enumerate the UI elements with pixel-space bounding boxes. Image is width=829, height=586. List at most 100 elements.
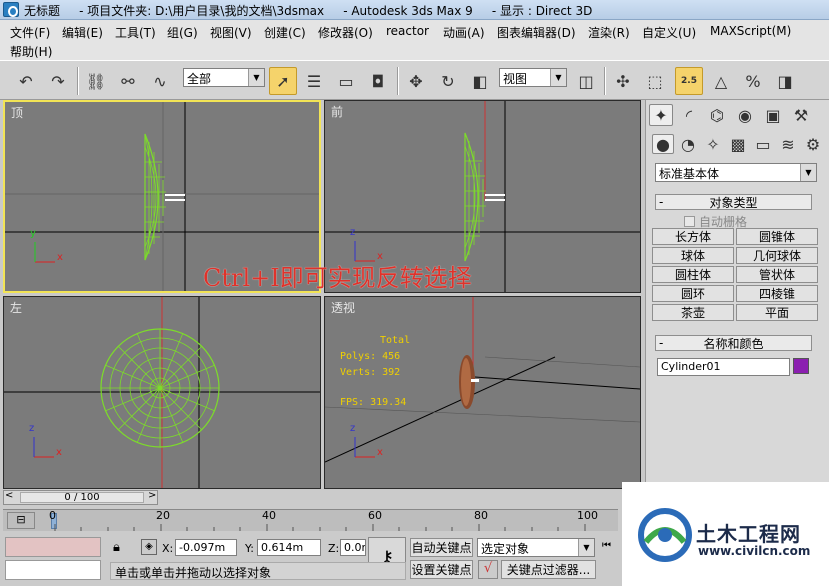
snap-toggle-icon[interactable]: 2.5 [675, 67, 703, 95]
prompt-line: 单击或单击并拖动以选择对象 [110, 562, 406, 580]
motion-tab-icon[interactable]: ◉ [733, 104, 757, 126]
x-coordinate-field[interactable]: -0.097m [175, 539, 237, 556]
cylinder-button[interactable]: 圆柱体 [652, 266, 734, 283]
shapes-icon[interactable]: ◔ [677, 134, 699, 154]
sphere-button[interactable]: 球体 [652, 247, 734, 264]
set-key-button[interactable]: 设置关键点 [410, 560, 473, 579]
axis-x-label: x [57, 252, 63, 263]
viewport-perspective[interactable]: 透视 Total Polys: 456 Verts: 392 FPS: 319.… [324, 296, 641, 489]
menu-file[interactable]: 文件(F) [10, 24, 50, 41]
unlink-icon[interactable]: ⚯ [114, 67, 142, 95]
object-name-field[interactable]: Cylinder01 [657, 358, 790, 376]
absolute-mode-icon[interactable]: ◈ [141, 539, 157, 555]
maxscript-listener-mini[interactable] [5, 537, 101, 557]
cameras-icon[interactable]: ▩ [727, 134, 749, 154]
teapot-button[interactable]: 茶壶 [652, 304, 734, 321]
z-coordinate-field[interactable]: 0.0m [340, 539, 366, 556]
app-icon[interactable] [3, 2, 19, 17]
keyboard-shortcut-icon[interactable]: ⬚ [641, 67, 669, 95]
object-color-swatch[interactable] [793, 358, 809, 374]
menu-help[interactable]: 帮助(H) [10, 43, 52, 60]
key-filters-button[interactable]: 关键点过滤器... [501, 560, 596, 579]
menu-tools[interactable]: 工具(T) [115, 24, 156, 41]
go-to-start-icon[interactable]: ⏮ [602, 540, 611, 551]
viewport-left[interactable]: 左 x z [3, 296, 321, 489]
angle-snap-icon[interactable]: △ [707, 67, 735, 95]
menu-modifiers[interactable]: 修改器(O) [318, 24, 373, 41]
menu-bar: 文件(F) 编辑(E) 工具(T) 组(G) 视图(V) 创建(C) 修改器(O… [0, 20, 829, 60]
default-tangent-icon[interactable]: √ [478, 560, 498, 579]
y-coordinate-field[interactable]: 0.614m [257, 539, 321, 556]
geosphere-button[interactable]: 几何球体 [736, 247, 818, 264]
menu-edit[interactable]: 编辑(E) [62, 24, 103, 41]
scale-icon[interactable]: ◧ [466, 67, 494, 95]
time-slider-prev-icon[interactable]: < [5, 490, 13, 501]
time-slider-thumb[interactable]: 0 / 100 [20, 492, 144, 503]
stats-polys: Polys: 456 [340, 351, 401, 362]
geometry-icon[interactable]: ● [652, 134, 674, 154]
main-toolbar: ↶ ↷ ⛓ ⚯ ∿ 全部 ▼ ➚ ☰ ▭ ◘ ✥ ↻ ◧ 视图 ▼ ◫ ✣ ⬚ 2.… [0, 60, 829, 100]
undo-icon[interactable]: ↶ [12, 67, 40, 95]
select-by-name-icon[interactable]: ☰ [300, 67, 328, 95]
select-manipulate-icon[interactable]: ✣ [609, 67, 637, 95]
torus-button[interactable]: 圆环 [652, 285, 734, 302]
tube-button[interactable]: 管状体 [736, 266, 818, 283]
systems-icon[interactable]: ⚙ [802, 134, 824, 154]
lights-icon[interactable]: ✧ [702, 134, 724, 154]
chevron-down-icon: ▼ [248, 69, 264, 86]
maxscript-input-mini[interactable] [5, 560, 101, 580]
percent-snap-icon[interactable]: % [739, 67, 767, 95]
hierarchy-tab-icon[interactable]: ⌬ [705, 104, 729, 126]
time-slider[interactable]: < 0 / 100 > [3, 490, 158, 505]
track-bar[interactable]: ⊟ 0 20 40 60 80 100 [3, 509, 618, 531]
move-icon[interactable]: ✥ [402, 67, 430, 95]
auto-key-button[interactable]: 自动关键点 [410, 538, 473, 557]
redo-icon[interactable]: ↷ [44, 67, 72, 95]
time-slider-next-icon[interactable]: > [148, 490, 156, 501]
helpers-icon[interactable]: ▭ [752, 134, 774, 154]
display-tab-icon[interactable]: ▣ [761, 104, 785, 126]
checkbox-box[interactable] [684, 216, 695, 227]
window-crossing-icon[interactable]: ◘ [364, 67, 392, 95]
menu-maxscript[interactable]: MAXScript(M) [710, 24, 791, 38]
menu-reactor[interactable]: reactor [386, 24, 429, 38]
pyramid-button[interactable]: 四棱锥 [736, 285, 818, 302]
key-selection-dropdown[interactable]: 选定对象 ▼ [477, 538, 595, 557]
rectangle-selection-icon[interactable]: ▭ [332, 67, 360, 95]
menu-views[interactable]: 视图(V) [210, 24, 252, 41]
modify-tab-icon[interactable]: ◜ [677, 104, 701, 126]
create-tab-icon[interactable]: ✦ [649, 104, 673, 126]
box-button[interactable]: 长方体 [652, 228, 734, 245]
track-view-icon[interactable]: ⊟ [7, 512, 35, 529]
rotate-icon[interactable]: ↻ [434, 67, 462, 95]
menu-group[interactable]: 组(G) [167, 24, 198, 41]
selection-filter-dropdown[interactable]: 全部 ▼ [183, 68, 265, 87]
cone-button[interactable]: 圆锥体 [736, 228, 818, 245]
name-color-rollout-header[interactable]: - 名称和颜色 [655, 335, 812, 351]
tick-20: 20 [156, 509, 170, 522]
utilities-tab-icon[interactable]: ⚒ [789, 104, 813, 126]
track-ruler [54, 524, 586, 531]
spinner-snap-icon[interactable]: ◨ [771, 67, 799, 95]
menu-graph-editors[interactable]: 图表编辑器(D) [497, 24, 576, 41]
watermark-url: www.civilcn.com [698, 544, 811, 558]
y-label: Y: [245, 542, 254, 555]
menu-create[interactable]: 创建(C) [264, 24, 306, 41]
object-type-rollout-header[interactable]: - 对象类型 [655, 194, 812, 210]
lock-selection-icon[interactable]: 🔒︎ [113, 540, 120, 555]
select-and-link-icon[interactable]: ⛓ [82, 67, 110, 95]
menu-customize[interactable]: 自定义(U) [642, 24, 696, 41]
category-dropdown[interactable]: 标准基本体 ▼ [655, 163, 817, 182]
bind-space-warp-icon[interactable]: ∿ [146, 67, 174, 95]
create-category-bar: ● ◔ ✧ ▩ ▭ ≋ ⚙ [652, 134, 826, 156]
axis-x-label: x [377, 447, 383, 458]
space-warps-icon[interactable]: ≋ [777, 134, 799, 154]
reference-coord-dropdown[interactable]: 视图 ▼ [499, 68, 567, 87]
title-bar: 无标题 - 项目文件夹: D:\用户目录\我的文档\3dsmax - Autod… [0, 0, 829, 20]
axis-z-label: z [350, 227, 356, 238]
menu-animation[interactable]: 动画(A) [443, 24, 485, 41]
menu-rendering[interactable]: 渲染(R) [588, 24, 630, 41]
select-object-icon[interactable]: ➚ [269, 67, 297, 95]
pivot-center-icon[interactable]: ◫ [572, 67, 600, 95]
plane-button[interactable]: 平面 [736, 304, 818, 321]
